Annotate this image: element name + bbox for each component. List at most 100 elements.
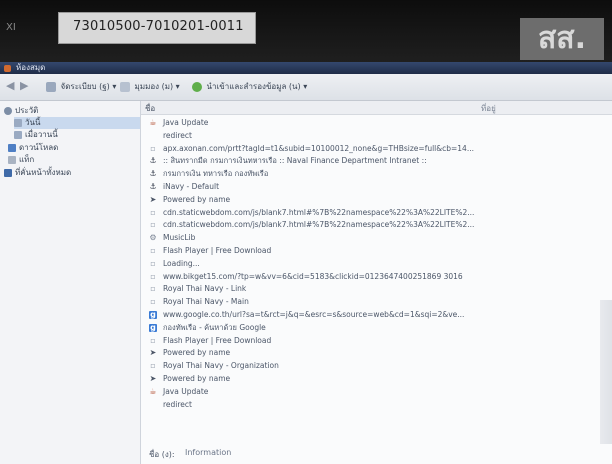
page-icon: ▫ bbox=[150, 220, 156, 230]
organize-icon bbox=[46, 81, 56, 92]
list-item[interactable]: ▫ Loading... bbox=[141, 258, 612, 270]
logo-mark: สส. bbox=[520, 18, 604, 60]
list-item[interactable]: g กองทัพเรือ - ค้นหาด้วย Google bbox=[141, 322, 612, 334]
sidebar-item-label: เมื่อวานนี้ bbox=[25, 130, 58, 139]
list-item-title: redirect bbox=[163, 399, 192, 409]
page-icon: ▫ bbox=[150, 335, 156, 345]
column-name-header[interactable]: ชื่อ bbox=[145, 102, 155, 115]
views-dropdown-icon: ▾ bbox=[173, 82, 180, 91]
arrow-icon: ➤ bbox=[149, 374, 157, 383]
page-icon: ▫ bbox=[150, 258, 156, 268]
page-icon: ▫ bbox=[150, 297, 156, 307]
sidebar-item-yesterday[interactable]: เมื่อวานนี้ bbox=[14, 129, 58, 141]
page-icon: ▫ bbox=[150, 246, 156, 255]
history-list: ชื่อ ที่อยู่ ☕ Java Update redirect ▫ apx.ax… bbox=[141, 101, 612, 464]
page-icon: ▫ bbox=[150, 361, 156, 371]
list-item-title: Royal Thai Navy - Link bbox=[163, 284, 247, 294]
list-item[interactable]: ▫ Royal Thai Navy - Link bbox=[141, 283, 612, 295]
page-icon: ▫ bbox=[150, 143, 156, 153]
list-item-title: :: สินทรากมืด กรมการเงินทหารเรือ :: Nava… bbox=[163, 156, 427, 166]
views-label: มุมมอง (ม) bbox=[134, 82, 174, 91]
list-item-title: Flash Player | Free Download bbox=[163, 335, 272, 345]
list-item-title: Royal Thai Navy - Main bbox=[163, 297, 249, 307]
organize-dropdown-icon: ▾ bbox=[109, 82, 117, 91]
page-icon: ▫ bbox=[150, 284, 156, 294]
arrow-icon: ➤ bbox=[149, 194, 157, 204]
list-item-title: apx.axonan.com/prtt?tagId=t1&subid=10100… bbox=[163, 143, 474, 153]
list-item[interactable]: ▫ Flash Player | Free Download bbox=[141, 245, 612, 257]
list-item-title: Royal Thai Navy - Organization bbox=[163, 361, 279, 371]
list-item[interactable]: ⚓ iNavy - Default bbox=[141, 181, 612, 193]
list-item[interactable]: ➤ Powered by name bbox=[141, 194, 612, 206]
list-item-title: iNavy - Default bbox=[163, 182, 220, 191]
list-item-title: Powered by name bbox=[163, 348, 231, 358]
views-button[interactable]: มุมมอง (ม) ▾ bbox=[120, 80, 180, 94]
sidebar-item-downloads[interactable]: ดาวน์โหลด bbox=[8, 142, 58, 154]
list-item-title: กองทัพเรือ - ค้นหาด้วย Google bbox=[163, 322, 266, 332]
list-item[interactable]: redirect bbox=[141, 130, 612, 142]
list-item[interactable]: redirect bbox=[141, 399, 612, 411]
download-icon bbox=[8, 143, 16, 152]
list-item[interactable]: ➤ Powered by name bbox=[141, 347, 612, 359]
forward-arrow-icon[interactable]: ▶ bbox=[20, 79, 28, 92]
list-item-title: Loading... bbox=[163, 258, 200, 268]
list-item-title: Flash Player | Free Download bbox=[163, 246, 272, 255]
arrow-icon: ➤ bbox=[149, 348, 157, 358]
list-item-title: Powered by name bbox=[163, 374, 231, 383]
photo-background-top: XI 73010500-7010201-0011 สส. bbox=[0, 0, 612, 62]
asset-sticker: 73010500-7010201-0011 bbox=[58, 12, 256, 44]
app-icon bbox=[4, 65, 11, 72]
clock-icon bbox=[4, 106, 12, 115]
sidebar-item-today[interactable]: วันนี้ bbox=[14, 117, 140, 129]
sidebar-item-label: วันนี้ bbox=[25, 118, 41, 127]
calendar-icon bbox=[14, 130, 22, 139]
organize-button[interactable]: จัดระเบียบ (ฐ) ▾ bbox=[46, 80, 116, 94]
right-edge-shadow bbox=[600, 300, 612, 444]
list-item[interactable]: ☕ Java Update bbox=[141, 117, 612, 129]
sticker-id: 73010500-7010201-0011 bbox=[73, 19, 244, 34]
list-item[interactable]: ▫ cdn.staticwebdom.com/js/blank7.html#%7B… bbox=[141, 207, 612, 219]
toolbar: ◀ ▶ จัดระเบียบ (ฐ) ▾ มุมมอง (ม) ▾ นำเข้า… bbox=[0, 74, 612, 101]
list-item[interactable]: ▫ www.bikget15.com/?tp=w&vv=6&cid=5183&cl… bbox=[141, 271, 612, 283]
list-item[interactable]: ⚓ กรมการเงิน ทหารเรือ กองทัพเรือ bbox=[141, 168, 612, 180]
list-item[interactable]: ▫ Flash Player | Free Download bbox=[141, 335, 612, 347]
library-window: ห้องสมุด ◀ ▶ จัดระเบียบ (ฐ) ▾ มุมมอง (ม)… bbox=[0, 62, 612, 464]
page-icon: ▫ bbox=[150, 207, 156, 217]
list-item-title: Powered by name bbox=[163, 194, 231, 204]
sidebar-item-label: ดาวน์โหลด bbox=[19, 143, 59, 152]
anchor-icon: ⚓ bbox=[149, 156, 157, 166]
import-export-button[interactable]: นำเข้าและสำรองข้อมูล (น) ▾ bbox=[192, 80, 307, 94]
status-label: ชื่อ (ง): bbox=[149, 450, 175, 459]
sidebar-item-history[interactable]: ประวัติ bbox=[4, 105, 38, 117]
list-item[interactable]: ▫ apx.axonan.com/prtt?tagId=t1&subid=1010… bbox=[141, 143, 612, 155]
column-location-header[interactable]: ที่อยู่ bbox=[481, 102, 496, 115]
list-item[interactable]: ▫ cdn.staticwebdom.com/js/blank7.html#%7B… bbox=[141, 219, 612, 231]
sidebar: ประวัติ วันนี้ เมื่อวานนี้ ดาวน์โหลด แท็… bbox=[0, 101, 141, 464]
calendar-icon bbox=[14, 118, 22, 127]
import-export-dropdown-icon: ▾ bbox=[300, 82, 308, 91]
import-export-label: นำเข้าและสำรองข้อมูล (น) bbox=[206, 82, 301, 91]
list-item[interactable]: ▫ Royal Thai Navy - Main bbox=[141, 296, 612, 308]
list-item-title: cdn.staticwebdom.com/js/blank7.html#%7B%… bbox=[163, 220, 475, 230]
organize-label: จัดระเบียบ (ฐ) bbox=[60, 82, 110, 91]
list-item-title: www.google.co.th/url?sa=t&rct=j&q=&esrc=… bbox=[163, 310, 465, 319]
list-item[interactable]: ▫ Royal Thai Navy - Organization bbox=[141, 360, 612, 372]
list-item-title: redirect bbox=[163, 130, 192, 140]
list-item[interactable]: ➤ Powered by name bbox=[141, 373, 612, 385]
tag-icon bbox=[8, 155, 16, 164]
list-item-title: กรมการเงิน ทหารเรือ กองทัพเรือ bbox=[163, 169, 269, 179]
list-item[interactable]: ⚓:: สินทรากมืด กรมการเงินทหารเรือ :: Nav… bbox=[141, 155, 612, 167]
window-titlebar: ห้องสมุด bbox=[0, 62, 612, 74]
import-export-icon bbox=[192, 81, 202, 92]
list-item-title: cdn.staticwebdom.com/js/blank7.html#%7B%… bbox=[163, 207, 475, 217]
java-icon: ☕ bbox=[149, 118, 157, 127]
sidebar-item-tags[interactable]: แท็ก bbox=[8, 154, 34, 166]
list-item-title: Java Update bbox=[163, 118, 209, 127]
list-item[interactable]: ☕ Java Update bbox=[141, 386, 612, 398]
sidebar-item-all-bookmarks[interactable]: ที่คั่นหน้าทั้งหมด bbox=[4, 167, 71, 179]
views-icon bbox=[120, 81, 130, 92]
page-icon: ▫ bbox=[150, 271, 156, 281]
list-item[interactable]: g www.google.co.th/url?sa=t&rct=j&q=&esrc… bbox=[141, 309, 612, 321]
back-arrow-icon[interactable]: ◀ bbox=[6, 79, 14, 92]
list-item[interactable]: ⚙ MusicLib bbox=[141, 232, 612, 244]
